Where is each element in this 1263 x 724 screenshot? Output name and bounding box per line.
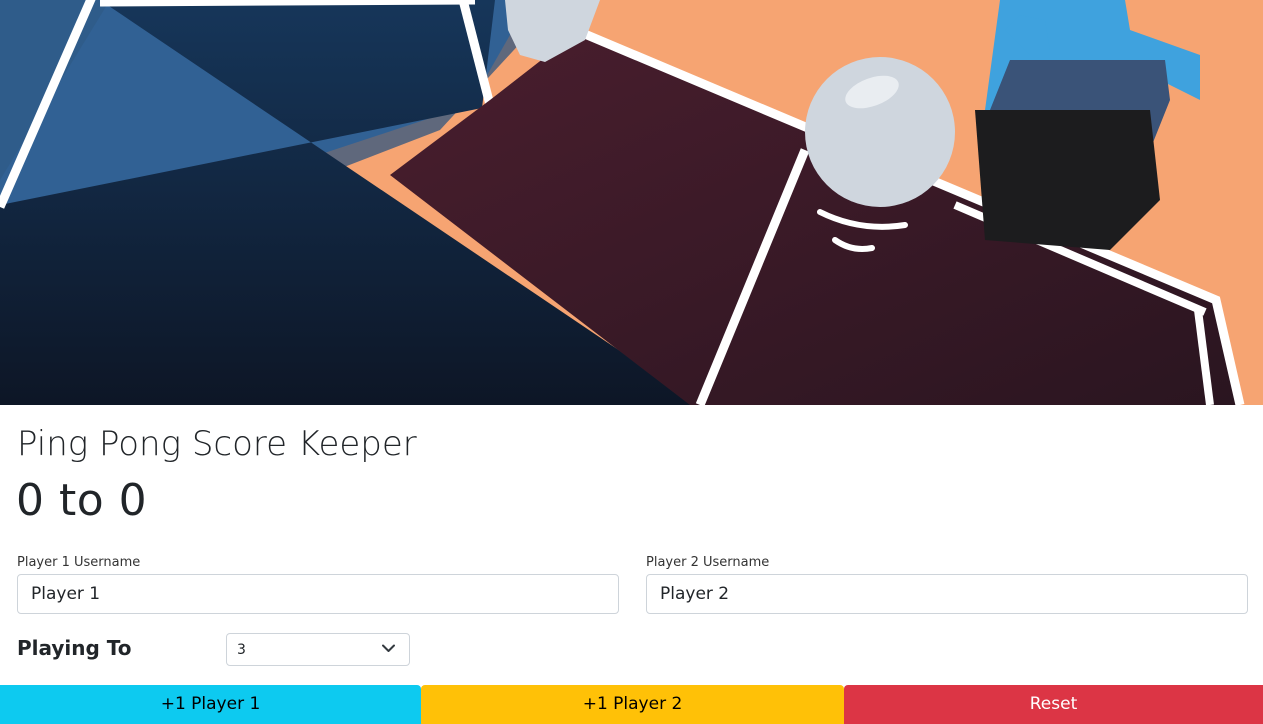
reset-button[interactable]: Reset: [844, 685, 1263, 724]
hero-image: [0, 0, 1263, 405]
player1-username-label: Player 1 Username: [17, 555, 141, 570]
ping-pong-illustration-icon: [0, 0, 1263, 405]
playing-to-label: Playing To: [17, 636, 132, 660]
page-title: Ping Pong Score Keeper: [17, 424, 417, 464]
player2-score: 0: [118, 475, 148, 526]
player2-username-label: Player 2 Username: [646, 555, 770, 570]
score-separator: to: [59, 475, 105, 526]
player1-username-input[interactable]: [17, 574, 619, 614]
player1-score: 0: [16, 475, 45, 526]
add-point-player1-button[interactable]: +1 Player 1: [0, 685, 421, 724]
playing-to-select[interactable]: 3: [226, 633, 410, 666]
add-point-player2-button[interactable]: +1 Player 2: [421, 685, 844, 724]
chevron-down-icon: [382, 644, 395, 652]
player2-username-input[interactable]: [646, 574, 1248, 614]
score-display: 0 to 0: [16, 474, 147, 528]
playing-to-value: 3: [237, 642, 246, 658]
